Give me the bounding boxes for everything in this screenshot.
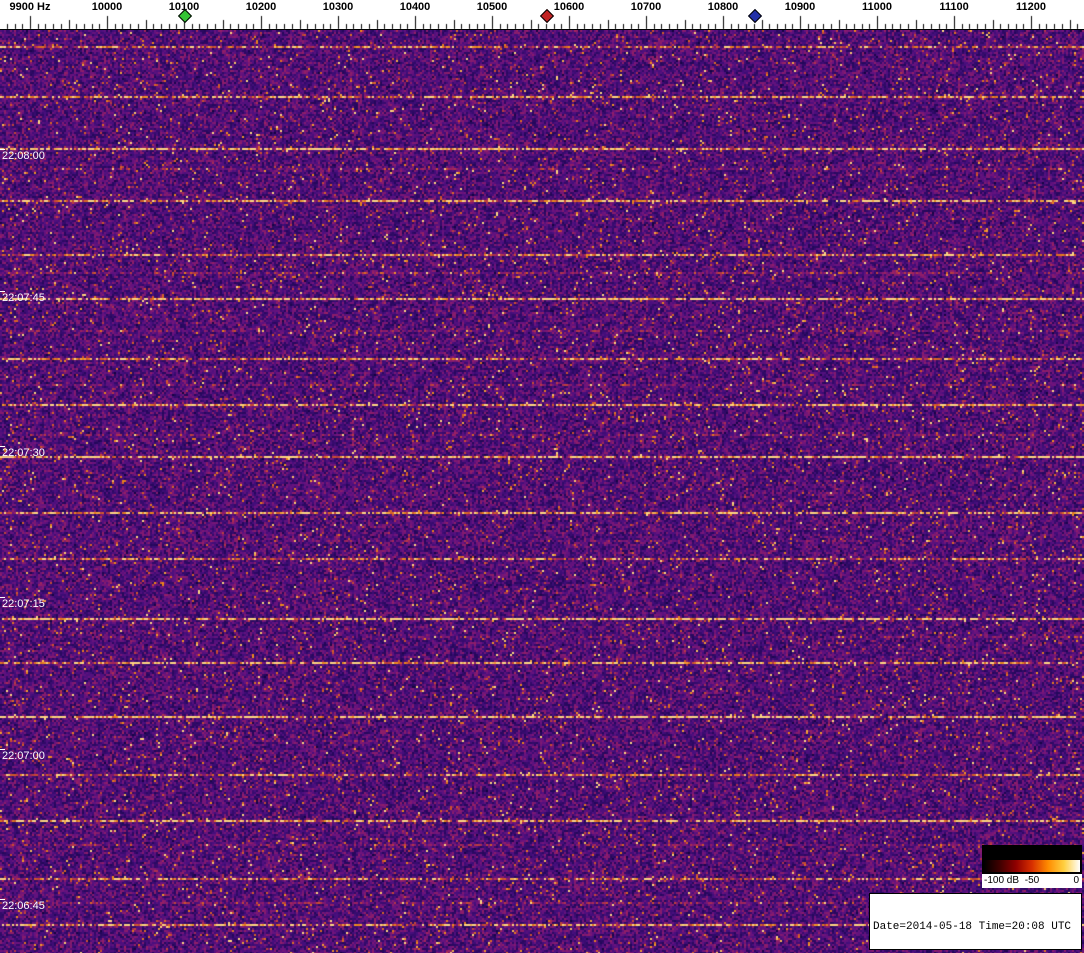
frequency-ruler[interactable]: 9900 Hz 10000 10100 10200 10300 10400 10500 106… <box>0 0 1084 30</box>
time-tick-label: 22:07:30 <box>2 447 45 459</box>
color-scale-gradient-box <box>982 845 1082 874</box>
time-tick-label: 22:07:15 <box>2 598 45 610</box>
freq-tick-label: 9900 Hz <box>9 1 51 13</box>
time-tick-label: 22:06:45 <box>2 900 45 912</box>
spectrogram-canvas[interactable] <box>0 30 1084 953</box>
freq-tick-label: 10500 <box>476 1 508 13</box>
freq-tick-label: 10200 <box>245 1 277 13</box>
color-scale-labels: -100 dB -50 0 <box>982 874 1082 888</box>
legend-label-mid: -50 <box>1024 875 1040 886</box>
freq-tick-label: 10400 <box>399 1 431 13</box>
freq-tick-label: 10800 <box>707 1 739 13</box>
legend-label-max: 0 <box>1073 875 1079 886</box>
freq-tick-label: 11200 <box>1016 1 1046 13</box>
waterfall-display[interactable]: 22:08:00 22:07:45 22:07:30 22:07:15 22:07:00… <box>0 30 1084 953</box>
freq-tick-label: 10900 <box>784 1 816 13</box>
freq-tick-label: 10000 <box>91 1 123 13</box>
freq-tick-label: 10700 <box>630 1 662 13</box>
color-gradient <box>984 860 1080 872</box>
time-tick-label: 22:08:00 <box>2 150 45 162</box>
spectrogram-window: 9900 Hz 10000 10100 10200 10300 10400 10500 106… <box>0 0 1084 953</box>
time-tick-label: 22:07:00 <box>2 750 45 762</box>
legend-label-min: -100 dB <box>984 875 1020 886</box>
freq-tick-label: 10600 <box>553 1 585 13</box>
freq-tick-label: 10300 <box>322 1 354 13</box>
info-date-line: Date=2014-05-18 Time=20:08 UTC <box>873 921 1072 933</box>
color-scale-legend: -100 dB -50 0 <box>982 845 1082 888</box>
freq-tick-label: 11100 <box>939 1 969 13</box>
time-tick-label: 22:07:45 <box>2 292 45 304</box>
freq-tick-label: 11000 <box>862 1 892 13</box>
info-box: Date=2014-05-18 Time=20:08 UTC Freq=143 … <box>869 893 1082 950</box>
